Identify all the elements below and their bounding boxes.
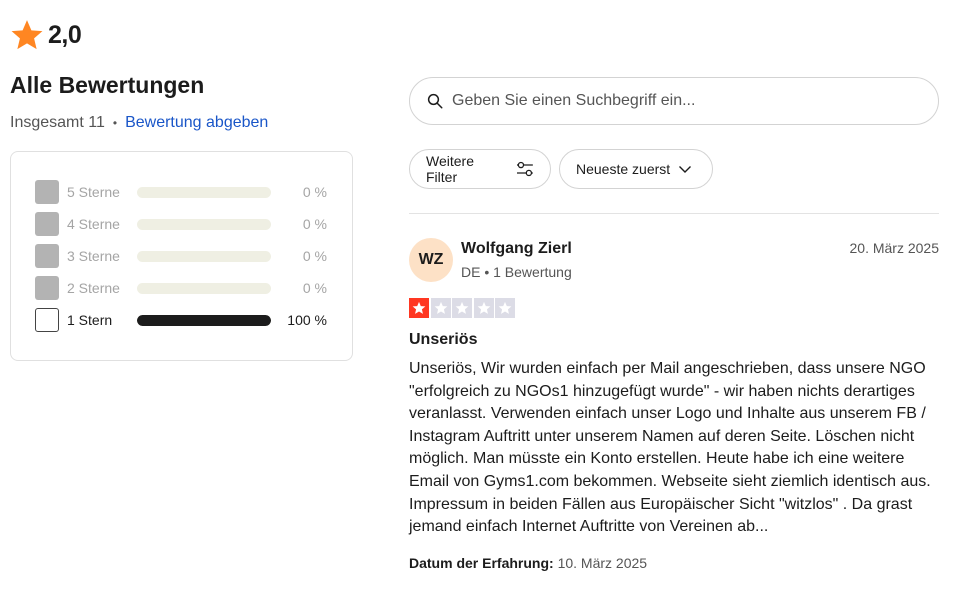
- experience-date: Datum der Erfahrung: 10. März 2025: [409, 555, 647, 571]
- reviewer-name[interactable]: Wolfgang Zierl: [461, 240, 572, 258]
- distribution-bar: [137, 186, 271, 198]
- rating-star: [430, 298, 451, 318]
- distribution-bar-fill: [137, 314, 271, 326]
- search-box[interactable]: [409, 77, 939, 125]
- chevron-down-icon: [679, 166, 692, 173]
- distribution-percent: 0 %: [302, 280, 327, 296]
- distribution-row-5[interactable]: 5 Sterne 0 %: [35, 180, 327, 204]
- rating-star: [409, 298, 429, 318]
- distribution-row-1[interactable]: 1 Stern 100 %: [35, 308, 327, 332]
- star-icon: [455, 301, 469, 314]
- experience-date-label: Datum der Erfahrung:: [409, 555, 554, 571]
- total-reviews: Insgesamt 11: [10, 114, 105, 131]
- distribution-row-2[interactable]: 2 Sterne 0 %: [35, 276, 327, 300]
- search-icon: [427, 93, 443, 109]
- review-title[interactable]: Unseriös: [409, 331, 477, 349]
- reviews-summary: Insgesamt 11 • Bewertung abgeben: [10, 114, 268, 132]
- filter-checkbox-4[interactable]: [35, 212, 59, 236]
- rating-star: [452, 298, 472, 318]
- distribution-label: 3 Sterne: [67, 248, 120, 264]
- review-star-rating: [409, 298, 517, 318]
- sort-dropdown[interactable]: Neueste zuerst: [559, 149, 713, 189]
- more-filters-button[interactable]: Weitere Filter: [409, 149, 551, 189]
- write-review-link[interactable]: Bewertung abgeben: [125, 114, 268, 132]
- rating-star: [473, 298, 494, 318]
- distribution-label: 1 Stern: [67, 312, 113, 328]
- rating-score: 2,0: [48, 20, 82, 49]
- filter-checkbox-2[interactable]: [35, 276, 59, 300]
- distribution-bar: [137, 314, 271, 326]
- sort-label: Neueste zuerst: [576, 161, 671, 177]
- star-icon: [434, 301, 447, 314]
- distribution-label: 4 Sterne: [67, 216, 120, 232]
- star-icon: [498, 301, 512, 314]
- sliders-icon: [517, 161, 534, 177]
- filter-checkbox-3[interactable]: [35, 244, 59, 268]
- star-icon: [412, 301, 426, 314]
- star-icon: [477, 301, 490, 314]
- distribution-row-3[interactable]: 3 Sterne 0 %: [35, 244, 327, 268]
- rating-distribution: 5 Sterne 0 % 4 Sterne 0 % 3 Sterne 0 % 2…: [10, 151, 353, 361]
- review-date: 20. März 2025: [849, 240, 940, 256]
- filter-checkbox-5[interactable]: [35, 180, 59, 204]
- page-title: Alle Bewertungen: [10, 72, 205, 98]
- distribution-label: 5 Sterne: [67, 184, 120, 200]
- reviewer-meta: DE • 1 Bewertung: [461, 264, 572, 280]
- review-body: Unseriös, Wir wurden einfach per Mail an…: [409, 360, 931, 536]
- star-icon: [11, 20, 43, 50]
- distribution-label: 2 Sterne: [67, 280, 120, 296]
- rating-star: [495, 298, 515, 318]
- distribution-percent: 0 %: [302, 184, 327, 200]
- distribution-bar: [137, 218, 271, 230]
- overall-rating: 2,0: [10, 18, 82, 52]
- distribution-bar: [137, 250, 271, 262]
- distribution-bar: [137, 282, 271, 294]
- search-input[interactable]: [452, 92, 912, 110]
- separator: •: [112, 116, 118, 130]
- experience-date-value: 10. März 2025: [557, 555, 648, 571]
- distribution-row-4[interactable]: 4 Sterne 0 %: [35, 212, 327, 236]
- more-filters-label: Weitere Filter: [426, 153, 474, 185]
- avatar[interactable]: WZ: [409, 238, 453, 282]
- distribution-percent: 0 %: [302, 216, 327, 232]
- filter-checkbox-1[interactable]: [35, 308, 59, 332]
- distribution-percent: 0 %: [302, 248, 327, 264]
- distribution-percent: 100 %: [287, 312, 327, 328]
- divider: [409, 213, 939, 214]
